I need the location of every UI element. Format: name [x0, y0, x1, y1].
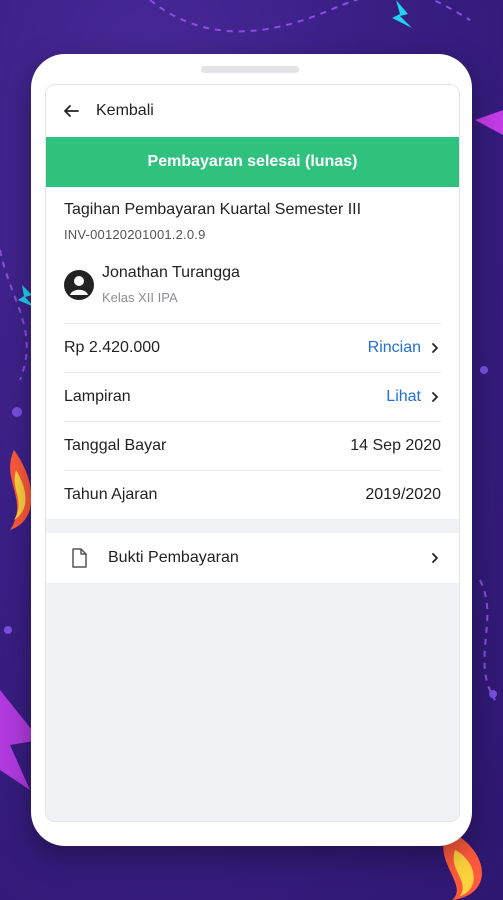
user-avatar-icon	[64, 269, 94, 300]
phone-frame: Kembali Pembayaran selesai (lunas) Tagih…	[31, 54, 472, 846]
academic-year-label: Tahun Ajaran	[64, 486, 158, 503]
invoice-header: Tagihan Pembayaran Kuartal Semester III …	[46, 187, 459, 323]
student-class: Kelas XII IPA	[102, 290, 178, 305]
payment-proof-label: Bukti Pembayaran	[108, 549, 239, 566]
phone-speaker	[201, 66, 299, 73]
attachment-label: Lampiran	[64, 388, 131, 405]
chevron-right-icon	[432, 343, 438, 353]
view-link[interactable]: Lihat	[386, 388, 421, 406]
amount-value: Rp 2.420.000	[64, 339, 161, 356]
invoice-number: INV-00120201001.2.0.9	[64, 227, 206, 242]
app-bar: Kembali	[46, 85, 459, 137]
payment-proof-item[interactable]: Bukti Pembayaran	[46, 533, 459, 583]
chevron-right-icon	[432, 553, 438, 563]
academic-year-row: Tahun Ajaran 2019/2020	[64, 470, 441, 519]
chevron-right-icon	[432, 392, 438, 402]
payment-date-row: Tanggal Bayar 14 Sep 2020	[64, 421, 441, 470]
back-button-label[interactable]: Kembali	[96, 102, 154, 120]
invoice-title: Tagihan Pembayaran Kuartal Semester III	[64, 201, 362, 218]
app-screen: Kembali Pembayaran selesai (lunas) Tagih…	[45, 84, 460, 822]
document-icon	[72, 548, 87, 568]
details-link[interactable]: Rincian	[368, 339, 421, 357]
payment-date-value: 14 Sep 2020	[350, 437, 441, 454]
back-arrow-icon[interactable]	[62, 102, 80, 120]
payment-date-label: Tanggal Bayar	[64, 437, 167, 454]
academic-year-value: 2019/2020	[365, 486, 441, 503]
attachment-row[interactable]: Lampiran Lihat	[64, 372, 441, 421]
amount-row[interactable]: Rp 2.420.000 Rincian	[64, 323, 441, 372]
payment-details: Rp 2.420.000 Rincian Lampiran Lihat Tang…	[46, 323, 459, 519]
payment-status-banner: Pembayaran selesai (lunas)	[46, 137, 459, 187]
student-name: Jonathan Turangga	[102, 264, 240, 281]
payment-status-text: Pembayaran selesai (lunas)	[147, 153, 358, 170]
student-info: Jonathan Turangga Kelas XII IPA	[64, 264, 441, 323]
